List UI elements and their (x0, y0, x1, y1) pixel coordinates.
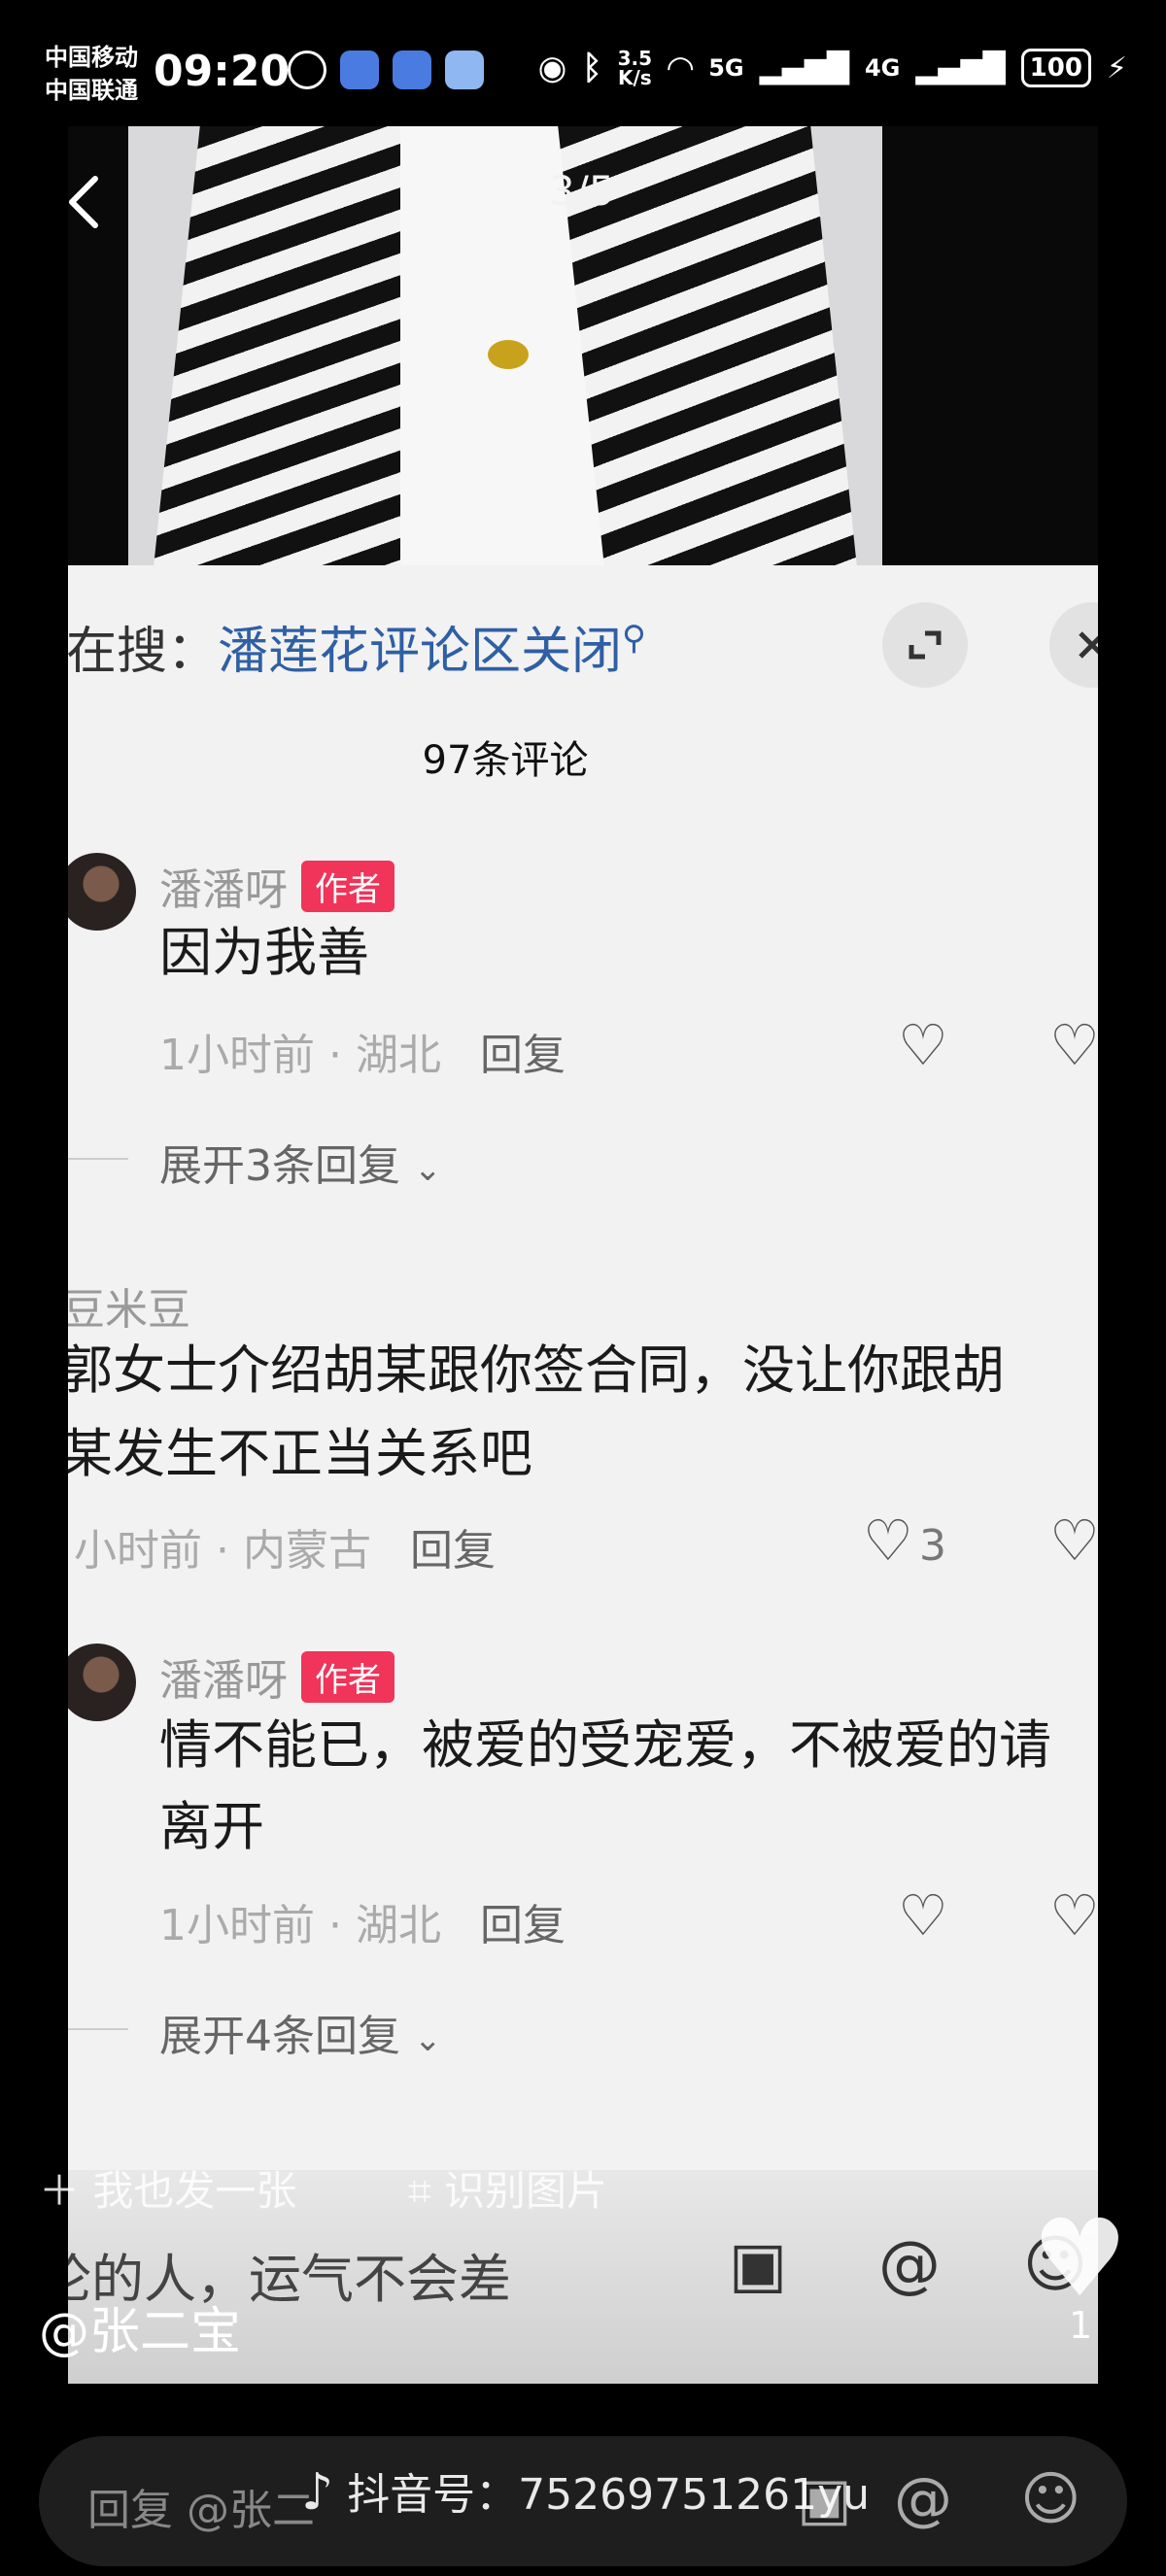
charging-icon: ⚡ (1106, 51, 1127, 85)
chevron-down-icon: ⌄ (414, 1150, 442, 1189)
photo-logo (488, 340, 529, 369)
like-button[interactable]: ♡ (898, 1012, 948, 1078)
mention-icon[interactable]: @ (871, 2226, 948, 2304)
scan-icon: ⌗ (408, 2167, 444, 2215)
comment-meta: 1小时前 · 湖北 回复 (159, 1890, 566, 1952)
signal-icon: ▂▄▆█ (759, 51, 849, 85)
heart-outline-icon: ♡ (863, 1508, 913, 1574)
broken-heart-icon: ♡ (1049, 1012, 1098, 1078)
app-notification-icon (393, 51, 431, 89)
comment-text: 郭女士介绍胡某跟你签合同，没让你跟胡 (68, 1339, 1005, 1401)
status-time: 09:20 (154, 47, 291, 96)
close-panel-button[interactable] (1049, 602, 1098, 688)
status-bar: 中国移动 中国联通 09:20 ◉ ᛒ 3.5 K/s ◠ 5G ▂▄▆█ 4G… (0, 0, 1166, 126)
broken-heart-icon: ♡ (1049, 1508, 1098, 1574)
username-text: 潘潘呀 (159, 1656, 288, 1706)
heart-icon[interactable]: ♥ (1032, 2205, 1128, 2312)
wifi-icon: ◠ (668, 49, 694, 87)
post-image-label: 我也发一张 (92, 2167, 297, 2215)
image-picker-icon[interactable]: ▣ (719, 2226, 797, 2304)
comment-text: 情不能已，被爱的受宠爱，不被爱的请 (159, 1714, 1051, 1776)
douyin-logo-icon: ♪ (301, 2463, 334, 2522)
search-keyword[interactable]: 潘莲花评论区关闭 (218, 623, 622, 681)
avatar[interactable] (68, 1644, 136, 1721)
expand-icon (909, 630, 942, 660)
comment-text: 离开 (159, 1796, 264, 1857)
comment-time-location: 1小时前 · 湖北 (159, 1031, 441, 1080)
comment-text: 某发生不正当关系吧 (68, 1423, 532, 1484)
network-type-1: 5G (708, 54, 744, 82)
comment-time-location: 1小时前 · 湖北 (159, 1901, 441, 1950)
expand-replies-button[interactable]: 展开4条回复 ⌄ (159, 2001, 442, 2063)
author-handle[interactable]: @张二宝 (39, 2290, 241, 2363)
carrier-labels: 中国移动 中国联通 (45, 41, 138, 107)
heart-outline-icon: ♡ (898, 1012, 948, 1078)
broken-heart-icon: ♡ (1049, 1882, 1098, 1949)
dislike-button[interactable]: ♡ (1049, 1012, 1098, 1078)
network-type-2: 4G (864, 54, 901, 82)
recognize-image-label: 识别图片 (444, 2167, 608, 2215)
comment-meta: 小时前 · 内蒙古 回复 (74, 1515, 496, 1577)
comment-meta: 1小时前 · 湖北 回复 (159, 1020, 566, 1082)
close-icon (1079, 631, 1098, 659)
comment-panel: 在搜：潘莲花评论区关闭⚲ 97条评论 潘潘呀 作者 因为我善 1小时前 · 湖北回… (68, 565, 1098, 2384)
carrier-2: 中国联通 (45, 77, 138, 104)
dislike-button[interactable]: ♡ (1049, 1508, 1098, 1574)
plus-icon: ＋ (39, 2167, 93, 2215)
douyin-watermark: ♪ 抖音号：75269751261yu (301, 2459, 870, 2522)
comment-text: 因为我善 (159, 922, 369, 983)
author-badge: 作者 (301, 1651, 394, 1703)
image-counter: 3/5 (549, 167, 615, 215)
author-badge: 作者 (301, 861, 394, 912)
eye-icon: ◉ (537, 49, 567, 87)
notification-icons (288, 51, 484, 89)
post-like-count: 1 (1069, 2304, 1093, 2347)
recognize-image-button[interactable]: ⌗ 识别图片 (408, 2158, 607, 2218)
reply-button[interactable]: 回复 (480, 1031, 566, 1080)
expand-replies-label: 展开3条回复 (159, 1141, 400, 1191)
expand-replies-button[interactable]: 展开3条回复 ⌄ (159, 1131, 442, 1193)
data-saver-icon (288, 51, 326, 89)
avatar[interactable] (68, 853, 136, 931)
like-button[interactable]: ♡ (898, 1882, 948, 1949)
like-count: 3 (919, 1521, 946, 1571)
comment-count: 97条评论 (422, 738, 589, 783)
username-text: 潘潘呀 (159, 865, 288, 915)
watermark-text: 抖音号：75269751261yu (347, 2470, 871, 2520)
chevron-down-icon: ⌄ (414, 2020, 442, 2059)
comment-username[interactable]: 潘潘呀 作者 (159, 855, 394, 917)
mention-icon[interactable]: @ (894, 2465, 952, 2533)
post-image-button[interactable]: ＋ 我也发一张 (39, 2158, 296, 2218)
speed-unit: K/s (618, 66, 652, 89)
system-indicators: ◉ ᛒ 3.5 K/s ◠ 5G ▂▄▆█ 4G ▂▄▆█ 100 ⚡ (538, 49, 1127, 87)
reply-placeholder[interactable]: 回复 @张二 (87, 2475, 315, 2537)
divider-line (68, 2028, 128, 2030)
back-arrow-icon[interactable] (58, 173, 117, 231)
heart-outline-icon: ♡ (898, 1882, 948, 1949)
battery-indicator: 100 (1020, 49, 1091, 87)
post-photo[interactable] (128, 126, 882, 565)
search-icon: ⚲ (622, 619, 646, 658)
signal-icon: ▂▄▆█ (915, 51, 1006, 85)
reply-button[interactable]: 回复 (480, 1901, 566, 1950)
comment-username[interactable]: 豆米豆 (68, 1274, 190, 1337)
reply-button[interactable]: 回复 (410, 1526, 496, 1576)
search-prefix: 在搜： (68, 623, 219, 681)
carrier-1: 中国移动 (45, 44, 138, 71)
expand-panel-button[interactable] (882, 602, 968, 688)
bluetooth-icon: ᛒ (582, 49, 602, 87)
like-button[interactable]: ♡ 3 (863, 1508, 946, 1574)
comment-time-location: 小时前 · 内蒙古 (74, 1526, 371, 1576)
expand-replies-label: 展开4条回复 (159, 2012, 400, 2061)
comment-username[interactable]: 潘潘呀 作者 (159, 1645, 394, 1708)
emoji-icon[interactable]: ☺ (1020, 2465, 1081, 2533)
speed-value: 3.5 (617, 47, 653, 70)
divider-line (68, 1158, 128, 1160)
dislike-button[interactable]: ♡ (1049, 1882, 1098, 1949)
app-notification-icon (340, 51, 379, 89)
network-speed: 3.5 K/s (618, 49, 652, 87)
app-notification-icon (445, 51, 484, 89)
search-suggestion[interactable]: 在搜：潘莲花评论区关闭⚲ (68, 610, 646, 683)
